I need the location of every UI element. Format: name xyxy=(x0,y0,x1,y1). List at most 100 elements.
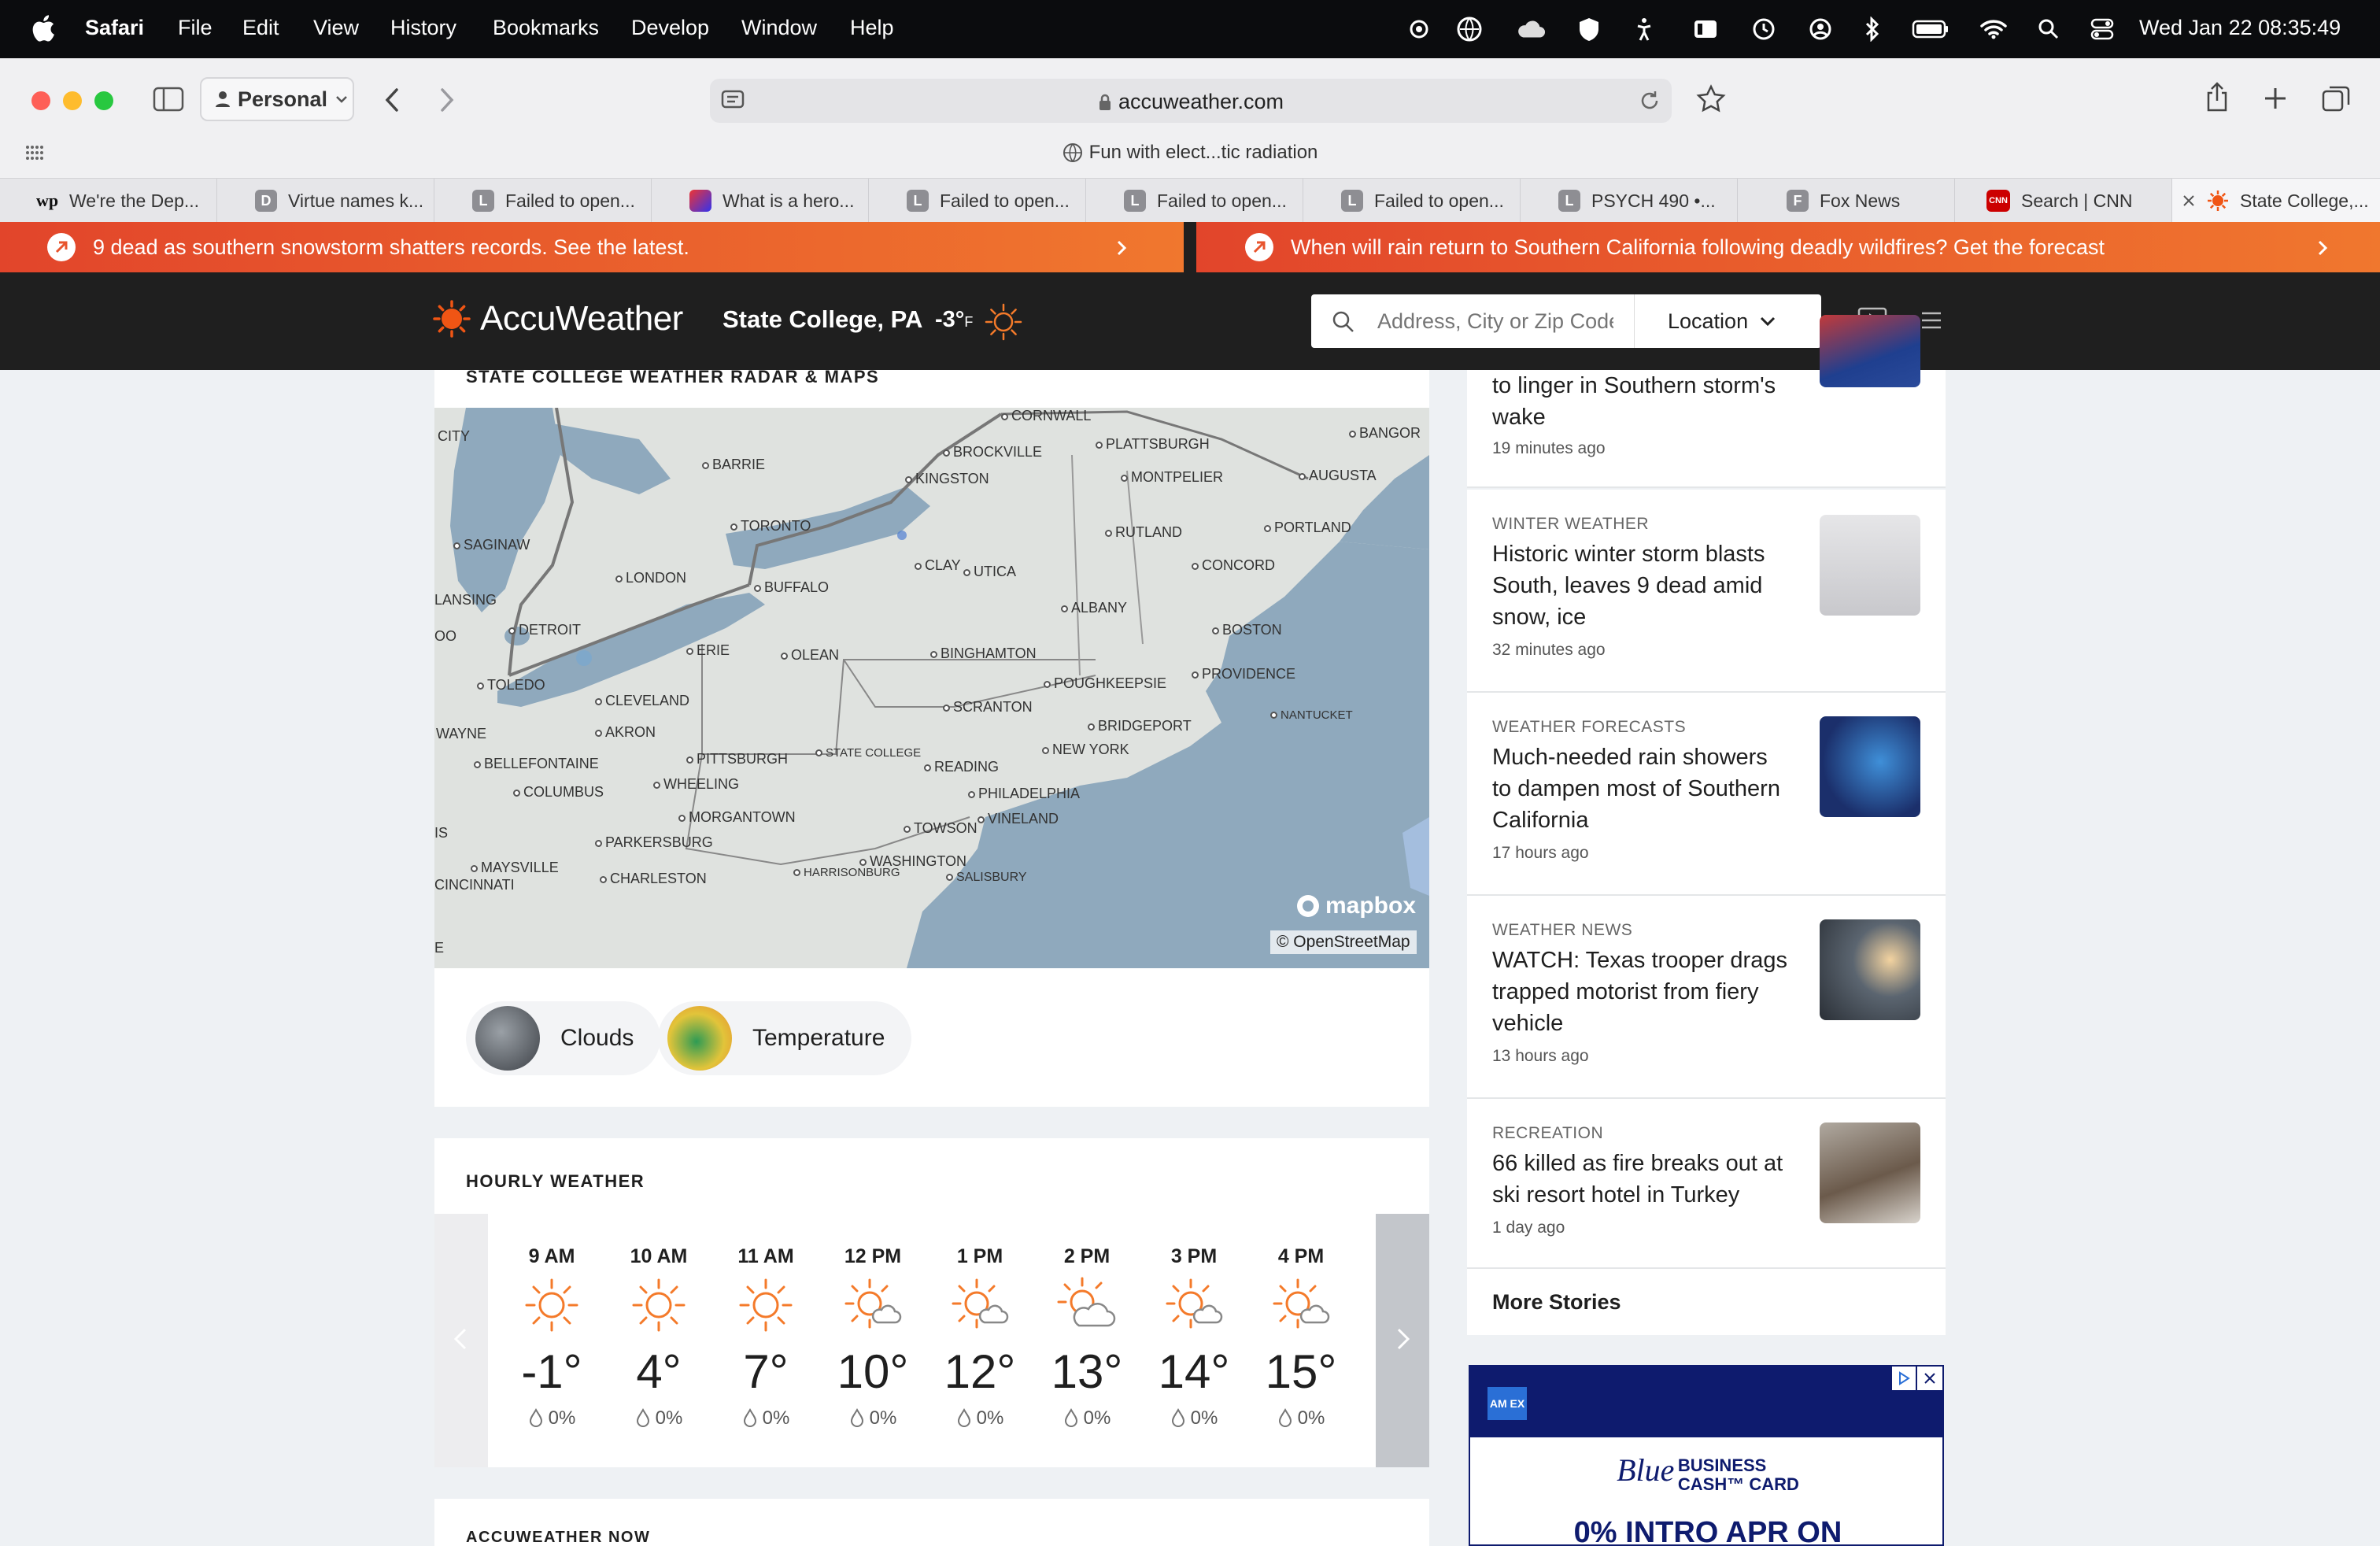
share-icon[interactable] xyxy=(2205,82,2229,113)
new-tab-icon[interactable] xyxy=(2264,87,2287,110)
hourly-precip-value: 0% xyxy=(869,1407,897,1429)
news-category: RECREATION xyxy=(1492,1124,1604,1142)
vpn-globe-icon[interactable] xyxy=(1454,14,1484,44)
current-location[interactable]: State College, PA xyxy=(722,305,922,334)
tab-10[interactable]: CNN Search | CNN xyxy=(1955,179,2172,223)
bookmark-star-icon[interactable] xyxy=(1695,83,1727,115)
zoom-window-button[interactable] xyxy=(94,91,113,110)
layer-temperature-button[interactable]: Temperature xyxy=(658,1001,912,1075)
ad-close-icon[interactable] xyxy=(1917,1367,1942,1390)
tab-6[interactable]: L Failed to open... xyxy=(1086,179,1303,223)
map-label: CORNWALL xyxy=(1001,408,1091,424)
apple-menu-icon[interactable] xyxy=(31,14,55,43)
address-bar[interactable]: accuweather.com xyxy=(710,79,1672,123)
profile-button[interactable]: Personal xyxy=(200,77,354,121)
menu-edit[interactable]: Edit xyxy=(242,16,279,40)
tab-8[interactable]: L PSYCH 490 •... xyxy=(1521,179,1738,223)
search-input[interactable] xyxy=(1377,307,1613,335)
wifi-icon[interactable] xyxy=(1979,14,2009,44)
accessibility-icon[interactable] xyxy=(1629,14,1659,44)
current-temp-value: -3° xyxy=(935,307,965,332)
alert-banner-right[interactable]: When will rain return to Southern Califo… xyxy=(1196,222,2380,272)
news-item[interactable]: WINTER WEATHER Historic winter storm bla… xyxy=(1467,490,1946,693)
hourly-precip: 0% xyxy=(1044,1407,1130,1429)
hourly-precip-value: 0% xyxy=(762,1407,790,1429)
news-time: 19 minutes ago xyxy=(1492,439,1606,457)
icloud-icon[interactable] xyxy=(1516,14,1546,44)
menu-view[interactable]: View xyxy=(313,16,359,40)
search-box: Location xyxy=(1311,294,1821,348)
sidebar-toggle-icon[interactable] xyxy=(153,87,184,112)
ad-choices-icon[interactable] xyxy=(1892,1367,1916,1390)
tab-3[interactable]: L Failed to open... xyxy=(434,179,652,223)
news-item[interactable]: WEATHER NEWS WATCH: Texas trooper drags … xyxy=(1467,896,1946,1099)
map-label: VINELAND xyxy=(978,811,1059,827)
radar-map[interactable]: CITY CORNWALL PLATTSBURGH BANGOR BROCKVI… xyxy=(434,408,1429,968)
spotlight-icon[interactable] xyxy=(2034,14,2064,44)
user-icon[interactable] xyxy=(1805,14,1835,44)
map-label: OO xyxy=(434,628,457,644)
control-center-icon[interactable] xyxy=(2087,14,2117,44)
menu-help[interactable]: Help xyxy=(850,16,894,40)
back-icon[interactable] xyxy=(382,87,401,113)
tab-4[interactable]: ~ What is a hero... xyxy=(652,179,869,223)
menu-datetime[interactable]: Wed Jan 22 08:35:49 xyxy=(2139,16,2341,40)
mapbox-attribution[interactable]: mapbox xyxy=(1295,893,1416,919)
tab-overview-icon[interactable] xyxy=(2322,85,2350,112)
more-stories-link[interactable]: More Stories xyxy=(1467,1269,1946,1335)
ad-product-line: CASH™ CARD xyxy=(1677,1474,1799,1494)
tab-11-active[interactable]: State College,... xyxy=(2172,179,2380,223)
news-category: WINTER WEATHER xyxy=(1492,515,1650,533)
map-base xyxy=(434,408,1429,968)
layer-clouds-button[interactable]: Clouds xyxy=(466,1001,661,1075)
osm-attribution[interactable]: © OpenStreetMap xyxy=(1270,930,1417,954)
hourly-item[interactable]: 1 PM 12° 0% xyxy=(937,1245,1023,1429)
bluetooth-icon[interactable] xyxy=(1857,14,1887,44)
menu-file[interactable]: File xyxy=(178,16,213,40)
news-item[interactable]: WEATHER FORECASTS Much-needed rain showe… xyxy=(1467,693,1946,896)
hourly-item[interactable]: 12 PM 10° 0% xyxy=(830,1245,916,1429)
hourly-item[interactable]: 11 AM 7° 0% xyxy=(722,1245,809,1429)
news-item-partial[interactable]: to linger in Southern storm's wake 19 mi… xyxy=(1467,315,1946,488)
page-title-bar: Fun with elect...tic radiation xyxy=(0,142,2380,164)
menu-bookmarks[interactable]: Bookmarks xyxy=(493,16,599,40)
ad-header xyxy=(1470,1367,1942,1437)
close-window-button[interactable] xyxy=(31,91,50,110)
news-category: WEATHER NEWS xyxy=(1492,921,1633,939)
advertisement[interactable]: AM EX Blue BUSINESS CASH™ CARD 0% INTRO A… xyxy=(1469,1365,1944,1546)
hourly-item[interactable]: 10 AM 4° 0% xyxy=(615,1245,702,1429)
location-button[interactable]: Location xyxy=(1634,294,1776,348)
news-item[interactable]: RECREATION 66 killed as fire breaks out … xyxy=(1467,1099,1946,1269)
forward-icon[interactable] xyxy=(438,87,456,113)
alert-banner-left[interactable]: 9 dead as southern snowstorm shatters re… xyxy=(0,222,1184,272)
menu-develop[interactable]: Develop xyxy=(631,16,709,40)
hourly-next-button[interactable] xyxy=(1376,1214,1429,1467)
minimize-window-button[interactable] xyxy=(63,91,82,110)
tab-1[interactable]: wp We're the Dep... xyxy=(0,179,217,223)
hamburger-menu-icon[interactable] xyxy=(1920,310,1942,331)
stage-manager-icon[interactable] xyxy=(1691,14,1720,44)
hourly-item[interactable]: 9 AM -1° 0% xyxy=(508,1245,595,1429)
battery-icon[interactable] xyxy=(1911,14,1950,44)
tab-7[interactable]: L Failed to open... xyxy=(1303,179,1521,223)
reload-icon[interactable] xyxy=(1639,90,1661,112)
tab-5[interactable]: L Failed to open... xyxy=(869,179,1086,223)
creative-cloud-icon[interactable] xyxy=(1404,14,1434,44)
hourly-item[interactable]: 4 PM 15° 0% xyxy=(1258,1245,1344,1429)
tab-2[interactable]: D Virtue names k... xyxy=(217,179,434,223)
time-machine-icon[interactable] xyxy=(1749,14,1779,44)
accuweather-logo[interactable]: AccuWeather xyxy=(433,299,683,338)
menu-window[interactable]: Window xyxy=(741,16,817,40)
close-tab-icon[interactable] xyxy=(2182,194,2196,208)
hourly-item[interactable]: 2 PM 13° 0% xyxy=(1044,1245,1130,1429)
tab-9[interactable]: F Fox News xyxy=(1738,179,1955,223)
alert-arrow-icon xyxy=(47,233,76,261)
temperature-thumbnail xyxy=(667,1006,732,1071)
shield-icon[interactable] xyxy=(1574,14,1604,44)
menu-history[interactable]: History xyxy=(390,16,456,40)
menu-app-name[interactable]: Safari xyxy=(85,16,144,40)
map-label: PITTSBURGH xyxy=(686,751,788,767)
hourly-item[interactable]: 3 PM 14° 0% xyxy=(1151,1245,1237,1429)
clouds-thumbnail xyxy=(475,1006,540,1071)
hourly-prev-button[interactable] xyxy=(434,1214,488,1467)
